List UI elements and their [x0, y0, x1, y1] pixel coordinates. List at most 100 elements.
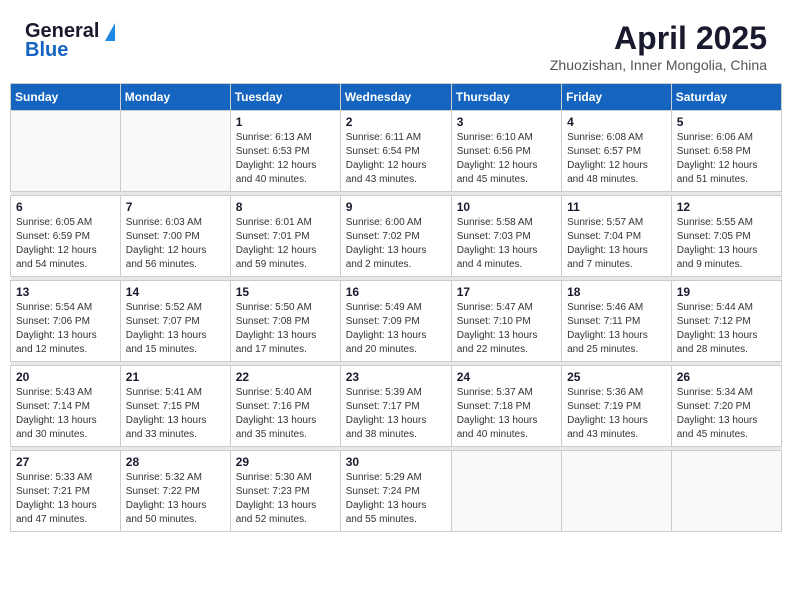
- calendar-cell: 14 Sunrise: 5:52 AM Sunset: 7:07 PM Dayli…: [120, 281, 230, 362]
- calendar-week-row: 6 Sunrise: 6:05 AM Sunset: 6:59 PM Daylig…: [11, 196, 782, 277]
- title-section: April 2025 Zhuozishan, Inner Mongolia, C…: [550, 20, 767, 73]
- calendar-cell: 17Sunrise: 5:47 AM Sunset: 7:10 PM Dayli…: [451, 281, 561, 362]
- calendar-cell: 15 Sunrise: 5:50 AM Sunset: 7:08 PM Dayli…: [230, 281, 340, 362]
- day-number: 29: [236, 455, 335, 469]
- cell-content: Sunrise: 5:29 AM Sunset: 7:24 PM Dayligh…: [346, 471, 446, 527]
- cell-content: Sunrise: 5:30 AM Sunset: 7:23 PM Dayligh…: [236, 471, 335, 527]
- weekday-header-monday: Monday: [120, 84, 230, 111]
- day-number: 21: [126, 370, 225, 384]
- calendar-cell: 11 Sunrise: 5:57 AM Sunset: 7:04 PM Dayli…: [562, 196, 672, 277]
- day-number: 14: [126, 285, 225, 299]
- day-number: 6: [16, 200, 115, 214]
- day-number: 30: [346, 455, 446, 469]
- day-number: 15: [236, 285, 335, 299]
- day-number: 22: [236, 370, 335, 384]
- calendar-cell: [11, 111, 121, 192]
- cell-content: Sunrise: 5:40 AM Sunset: 7:16 PM Dayligh…: [236, 386, 335, 442]
- calendar-cell: 2 Sunrise: 6:11 AM Sunset: 6:54 PM Daylig…: [340, 111, 451, 192]
- day-number: 18: [567, 285, 666, 299]
- calendar-cell: 23Sunrise: 5:39 AM Sunset: 7:17 PM Dayli…: [340, 366, 451, 447]
- cell-content: Sunrise: 6:00 AM Sunset: 7:02 PM Dayligh…: [346, 216, 446, 272]
- calendar-cell: [671, 451, 781, 532]
- day-number: 3: [457, 115, 556, 129]
- cell-content: Sunrise: 5:46 AM Sunset: 7:11 PM Dayligh…: [567, 301, 666, 357]
- calendar-cell: [562, 451, 672, 532]
- calendar-cell: 22 Sunrise: 5:40 AM Sunset: 7:16 PM Dayli…: [230, 366, 340, 447]
- cell-content: Sunrise: 6:11 AM Sunset: 6:54 PM Dayligh…: [346, 131, 446, 187]
- day-number: 26: [677, 370, 776, 384]
- calendar-cell: 16 Sunrise: 5:49 AM Sunset: 7:09 PM Dayli…: [340, 281, 451, 362]
- cell-content: Sunrise: 6:03 AM Sunset: 7:00 PM Dayligh…: [126, 216, 225, 272]
- month-title: April 2025: [550, 20, 767, 57]
- calendar-cell: [451, 451, 561, 532]
- calendar-week-row: 27Sunrise: 5:33 AM Sunset: 7:21 PM Dayli…: [11, 451, 782, 532]
- cell-content: Sunrise: 5:37 AM Sunset: 7:18 PM Dayligh…: [457, 386, 556, 442]
- calendar-week-row: 20 Sunrise: 5:43 AM Sunset: 7:14 PM Dayli…: [11, 366, 782, 447]
- calendar-cell: 1 Sunrise: 6:13 AM Sunset: 6:53 PM Daylig…: [230, 111, 340, 192]
- cell-content: Sunrise: 6:13 AM Sunset: 6:53 PM Dayligh…: [236, 131, 335, 187]
- calendar-cell: 19Sunrise: 5:44 AM Sunset: 7:12 PM Dayli…: [671, 281, 781, 362]
- cell-content: Sunrise: 5:44 AM Sunset: 7:12 PM Dayligh…: [677, 301, 776, 357]
- logo: General Blue: [25, 20, 115, 62]
- calendar-cell: 3 Sunrise: 6:10 AM Sunset: 6:56 PM Daylig…: [451, 111, 561, 192]
- day-number: 13: [16, 285, 115, 299]
- cell-content: Sunrise: 6:10 AM Sunset: 6:56 PM Dayligh…: [457, 131, 556, 187]
- weekday-header-saturday: Saturday: [671, 84, 781, 111]
- calendar-cell: 6 Sunrise: 6:05 AM Sunset: 6:59 PM Daylig…: [11, 196, 121, 277]
- cell-content: Sunrise: 5:33 AM Sunset: 7:21 PM Dayligh…: [16, 471, 115, 527]
- calendar-week-row: 1 Sunrise: 6:13 AM Sunset: 6:53 PM Daylig…: [11, 111, 782, 192]
- day-number: 4: [567, 115, 666, 129]
- day-number: 25: [567, 370, 666, 384]
- cell-content: Sunrise: 6:05 AM Sunset: 6:59 PM Dayligh…: [16, 216, 115, 272]
- calendar-week-row: 13Sunrise: 5:54 AM Sunset: 7:06 PM Dayli…: [11, 281, 782, 362]
- cell-content: Sunrise: 6:06 AM Sunset: 6:58 PM Dayligh…: [677, 131, 776, 187]
- calendar-cell: 4 Sunrise: 6:08 AM Sunset: 6:57 PM Daylig…: [562, 111, 672, 192]
- day-number: 28: [126, 455, 225, 469]
- cell-content: Sunrise: 5:50 AM Sunset: 7:08 PM Dayligh…: [236, 301, 335, 357]
- day-number: 1: [236, 115, 335, 129]
- weekday-header-tuesday: Tuesday: [230, 84, 340, 111]
- calendar-cell: 9Sunrise: 6:00 AM Sunset: 7:02 PM Daylig…: [340, 196, 451, 277]
- cell-content: Sunrise: 5:57 AM Sunset: 7:04 PM Dayligh…: [567, 216, 666, 272]
- cell-content: Sunrise: 5:39 AM Sunset: 7:17 PM Dayligh…: [346, 386, 446, 442]
- cell-content: Sunrise: 5:32 AM Sunset: 7:22 PM Dayligh…: [126, 471, 225, 527]
- cell-content: Sunrise: 5:52 AM Sunset: 7:07 PM Dayligh…: [126, 301, 225, 357]
- calendar-cell: 24Sunrise: 5:37 AM Sunset: 7:18 PM Dayli…: [451, 366, 561, 447]
- weekday-header-wednesday: Wednesday: [340, 84, 451, 111]
- calendar-cell: 10 Sunrise: 5:58 AM Sunset: 7:03 PM Dayli…: [451, 196, 561, 277]
- calendar-cell: 27Sunrise: 5:33 AM Sunset: 7:21 PM Dayli…: [11, 451, 121, 532]
- weekday-header-thursday: Thursday: [451, 84, 561, 111]
- cell-content: Sunrise: 6:01 AM Sunset: 7:01 PM Dayligh…: [236, 216, 335, 272]
- day-number: 10: [457, 200, 556, 214]
- calendar-cell: 18 Sunrise: 5:46 AM Sunset: 7:11 PM Dayli…: [562, 281, 672, 362]
- cell-content: Sunrise: 5:47 AM Sunset: 7:10 PM Dayligh…: [457, 301, 556, 357]
- calendar-cell: 5 Sunrise: 6:06 AM Sunset: 6:58 PM Daylig…: [671, 111, 781, 192]
- calendar-cell: 29 Sunrise: 5:30 AM Sunset: 7:23 PM Dayli…: [230, 451, 340, 532]
- day-number: 11: [567, 200, 666, 214]
- day-number: 12: [677, 200, 776, 214]
- page-header: General Blue April 2025 Zhuozishan, Inne…: [10, 10, 782, 78]
- calendar-cell: 25Sunrise: 5:36 AM Sunset: 7:19 PM Dayli…: [562, 366, 672, 447]
- calendar-cell: 30 Sunrise: 5:29 AM Sunset: 7:24 PM Dayli…: [340, 451, 451, 532]
- cell-content: Sunrise: 6:08 AM Sunset: 6:57 PM Dayligh…: [567, 131, 666, 187]
- day-number: 20: [16, 370, 115, 384]
- weekday-header-row: SundayMondayTuesdayWednesdayThursdayFrid…: [11, 84, 782, 111]
- calendar-cell: 7Sunrise: 6:03 AM Sunset: 7:00 PM Daylig…: [120, 196, 230, 277]
- cell-content: Sunrise: 5:49 AM Sunset: 7:09 PM Dayligh…: [346, 301, 446, 357]
- day-number: 16: [346, 285, 446, 299]
- cell-content: Sunrise: 5:43 AM Sunset: 7:14 PM Dayligh…: [16, 386, 115, 442]
- calendar-cell: 8 Sunrise: 6:01 AM Sunset: 7:01 PM Daylig…: [230, 196, 340, 277]
- calendar-cell: 13Sunrise: 5:54 AM Sunset: 7:06 PM Dayli…: [11, 281, 121, 362]
- logo-triangle-icon: [105, 23, 115, 41]
- cell-content: Sunrise: 5:41 AM Sunset: 7:15 PM Dayligh…: [126, 386, 225, 442]
- cell-content: Sunrise: 5:34 AM Sunset: 7:20 PM Dayligh…: [677, 386, 776, 442]
- day-number: 5: [677, 115, 776, 129]
- day-number: 8: [236, 200, 335, 214]
- day-number: 2: [346, 115, 446, 129]
- cell-content: Sunrise: 5:55 AM Sunset: 7:05 PM Dayligh…: [677, 216, 776, 272]
- logo-blue-text: Blue: [25, 39, 68, 62]
- location-title: Zhuozishan, Inner Mongolia, China: [550, 57, 767, 73]
- cell-content: Sunrise: 5:58 AM Sunset: 7:03 PM Dayligh…: [457, 216, 556, 272]
- calendar-cell: 28 Sunrise: 5:32 AM Sunset: 7:22 PM Dayli…: [120, 451, 230, 532]
- weekday-header-sunday: Sunday: [11, 84, 121, 111]
